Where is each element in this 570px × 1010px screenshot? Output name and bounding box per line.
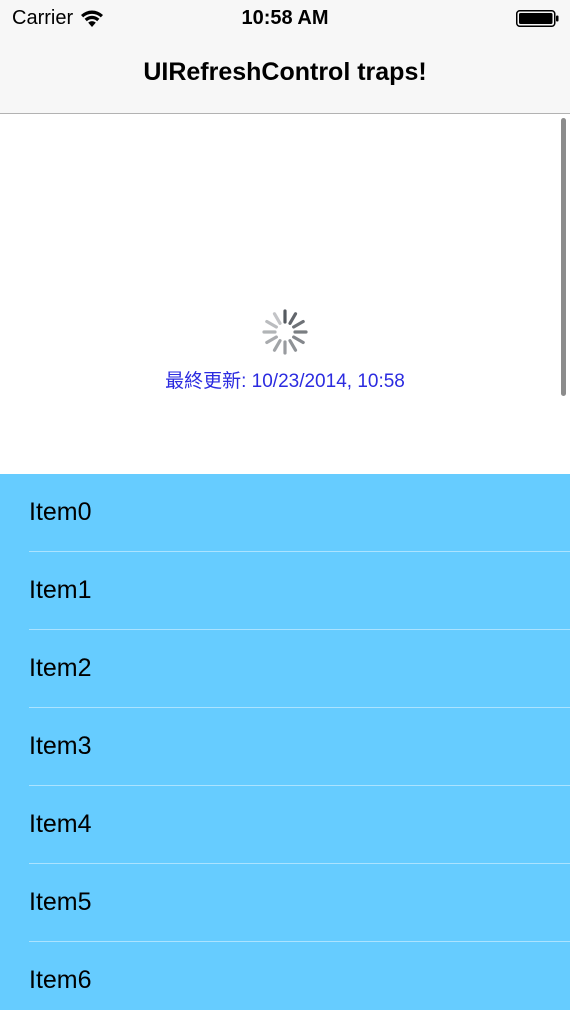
- row-label: Item0: [29, 498, 92, 526]
- top-bar: Carrier 10:58 AM UIRefreshControl traps!: [0, 0, 570, 114]
- table-row[interactable]: Item4: [0, 786, 570, 864]
- table-row[interactable]: Item0: [0, 474, 570, 552]
- activity-spinner-icon: [262, 309, 308, 355]
- table-row[interactable]: Item1: [0, 552, 570, 630]
- table-row[interactable]: Item5: [0, 864, 570, 942]
- row-label: Item5: [29, 888, 92, 916]
- last-updated-label: 最終更新: 10/23/2014, 10:58: [165, 371, 405, 392]
- row-label: Item1: [29, 576, 92, 604]
- row-label: Item2: [29, 654, 92, 682]
- table-row[interactable]: Item2: [0, 630, 570, 708]
- refresh-control[interactable]: 最終更新: 10/23/2014, 10:58: [0, 114, 570, 474]
- status-time: 10:58 AM: [241, 7, 329, 29]
- scroll-indicator[interactable]: [561, 118, 566, 396]
- status-bar: Carrier 10:58 AM: [0, 0, 570, 38]
- table-row[interactable]: Item3: [0, 708, 570, 786]
- row-label: Item6: [29, 966, 92, 994]
- row-label: Item3: [29, 732, 92, 760]
- battery-icon: [516, 10, 559, 27]
- row-label: Item4: [29, 810, 92, 838]
- items-table[interactable]: Item0 Item1 Item2 Item3 Item4 Item5 Item…: [0, 474, 570, 1010]
- nav-title: UIRefreshControl traps!: [143, 58, 427, 86]
- table-row[interactable]: Item6: [0, 942, 570, 1010]
- app-screen: Carrier 10:58 AM UIRefreshControl traps!: [0, 0, 570, 1010]
